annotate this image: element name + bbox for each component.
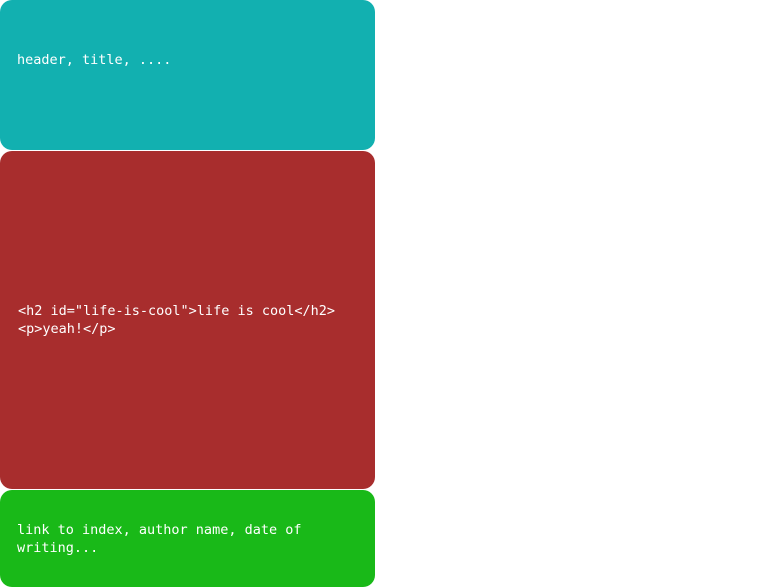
- main-content-line-p: <p>yeah!</p>: [18, 321, 116, 337]
- footer-text: link to index, author name, date of writ…: [17, 521, 302, 556]
- main-content-panel: <h2 id="life-is-cool">life is cool</h2> …: [0, 151, 375, 489]
- main-content-line-h2: <h2 id="life-is-cool">life is cool</h2>: [18, 303, 335, 319]
- header-text: header, title, ....: [17, 52, 172, 68]
- header-panel: header, title, ....: [0, 0, 375, 150]
- footer-panel: link to index, author name, date of writ…: [0, 490, 375, 587]
